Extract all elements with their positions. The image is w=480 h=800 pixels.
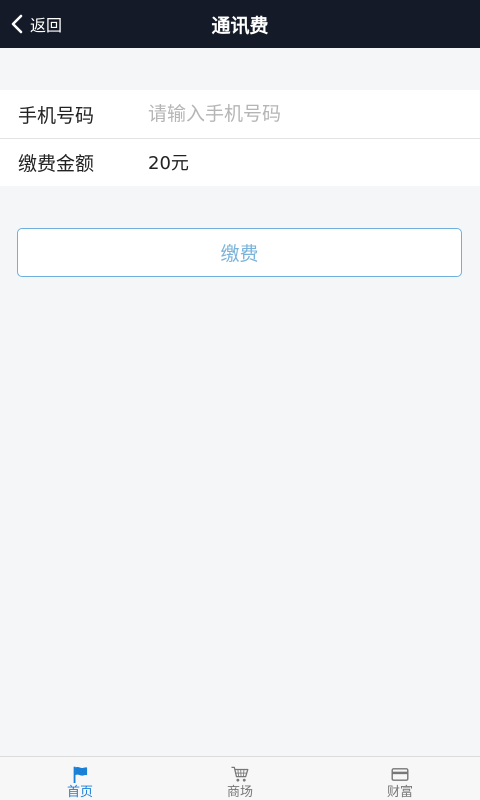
amount-row[interactable]: 缴费金额 20元 (0, 138, 480, 186)
amount-value[interactable]: 20元 (148, 149, 189, 175)
top-navigation-bar: 返回 通讯费 (0, 0, 480, 48)
pay-button[interactable]: 缴费 (17, 228, 462, 277)
tab-wealth-label: 财富 (386, 785, 413, 800)
card-icon (391, 768, 409, 781)
back-button[interactable]: 返回 (10, 0, 62, 48)
cart-icon (231, 766, 249, 782)
tab-home[interactable]: 首页 (0, 757, 160, 800)
payment-form: 手机号码 缴费金额 20元 (0, 90, 480, 186)
tab-mall[interactable]: 商场 (160, 757, 320, 800)
page-title: 通讯费 (211, 14, 269, 37)
phone-number-input[interactable] (148, 96, 448, 132)
flag-icon (73, 766, 88, 783)
chevron-left-icon (11, 14, 23, 34)
phone-label: 手机号码 (18, 104, 95, 127)
back-label: 返回 (30, 16, 63, 35)
phone-row: 手机号码 (0, 90, 480, 138)
tab-wealth[interactable]: 财富 (320, 757, 480, 800)
amount-label: 缴费金额 (18, 152, 95, 175)
tab-mall-label: 商场 (226, 785, 253, 800)
bottom-tab-bar: 首页 商场 财富 (0, 756, 480, 800)
tab-home-label: 首页 (66, 785, 93, 800)
